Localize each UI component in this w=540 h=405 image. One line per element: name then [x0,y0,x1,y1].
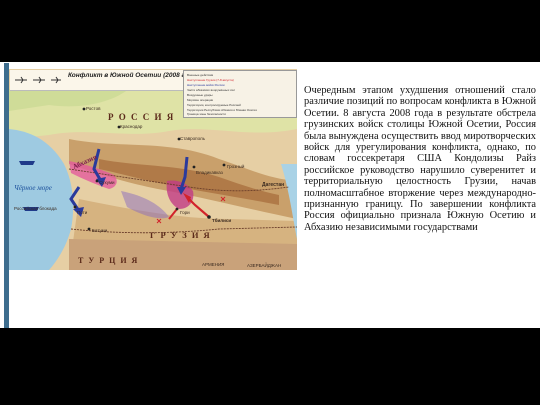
label-turkey: Т У Р Ц И Я [78,256,139,265]
label-gori: Гори [180,210,190,215]
label-georgia: Г Р У З И Я [150,230,212,240]
map-title: Конфликт в Южной Осетии (2008 г.) [68,72,189,79]
legend-item: Военные действия [187,73,214,77]
label-armenia: АРМЕНИЯ [202,262,225,267]
bottom-bar [0,328,540,405]
label-poti: Поти [77,210,88,215]
legend-item: Морские операции [187,98,214,102]
label-rostov: Ростов [86,106,101,111]
label-russia: Р О С С И Я [108,112,175,122]
label-russian-fleet: Российская блокада [14,206,57,211]
legend-item: Воздушные удары [187,93,213,97]
map-legend: Военные действия Наступление Грузии (7-8… [183,70,297,118]
aircraft-icon [15,76,61,84]
legend-item: Части абхазских вооружённых сил [187,88,236,92]
label-krasnodar: Краснодар [120,124,143,129]
label-grozny: Грозный [227,164,245,169]
label-stavropol: Ставрополь [180,136,205,141]
top-bar [0,0,540,62]
label-tbilisi: Тбилиси [212,218,232,223]
label-vladikavkaz: Владикавказ [196,170,223,175]
body-text: Очередным этапом ухудшения отношений ста… [304,85,536,233]
legend-item: Граница зоны безопасности [187,112,226,116]
label-azerbaijan: АЗЕРБАЙДЖАН [247,263,282,268]
label-dagestan: Дагестан [262,182,285,188]
label-black-sea: Чёрное море [14,184,52,192]
legend-item: Наступление Грузии (7-8 августа) [187,78,234,82]
legend-item: Наступление войск России [187,83,225,87]
label-sukhumi: Сухуми [99,180,115,185]
legend-item: Территории, контролируемые Россией [187,103,241,107]
label-batumi: Батуми [92,228,108,233]
